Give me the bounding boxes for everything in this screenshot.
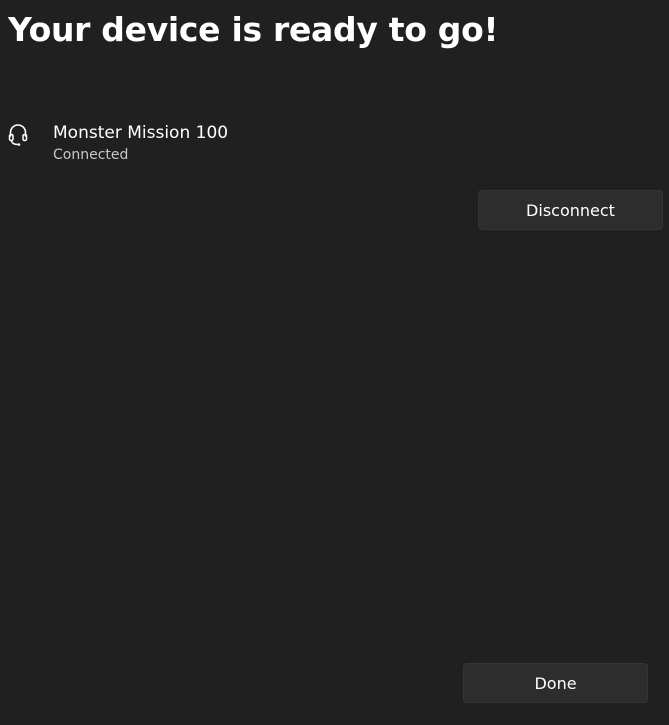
headset-icon: [8, 123, 28, 147]
page-title: Your device is ready to go!: [8, 10, 499, 49]
device-name: Monster Mission 100: [53, 123, 229, 143]
disconnect-button[interactable]: Disconnect: [478, 190, 663, 230]
device-item: Monster Mission 100 Connected: [8, 122, 408, 166]
device-status: Connected: [53, 147, 129, 163]
done-button[interactable]: Done: [463, 663, 648, 703]
